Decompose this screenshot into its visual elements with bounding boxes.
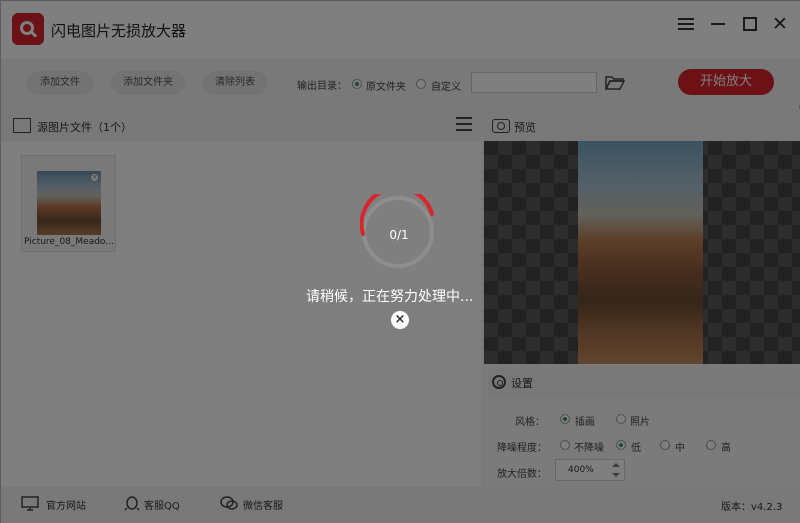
cancel-processing-icon[interactable]: × [391, 311, 409, 329]
processing-overlay: 0/1 请稍候，正在努力处理中... × [0, 0, 800, 523]
processing-message: 请稍候，正在努力处理中... [306, 289, 474, 305]
progress-counter: 0/1 [389, 228, 409, 242]
